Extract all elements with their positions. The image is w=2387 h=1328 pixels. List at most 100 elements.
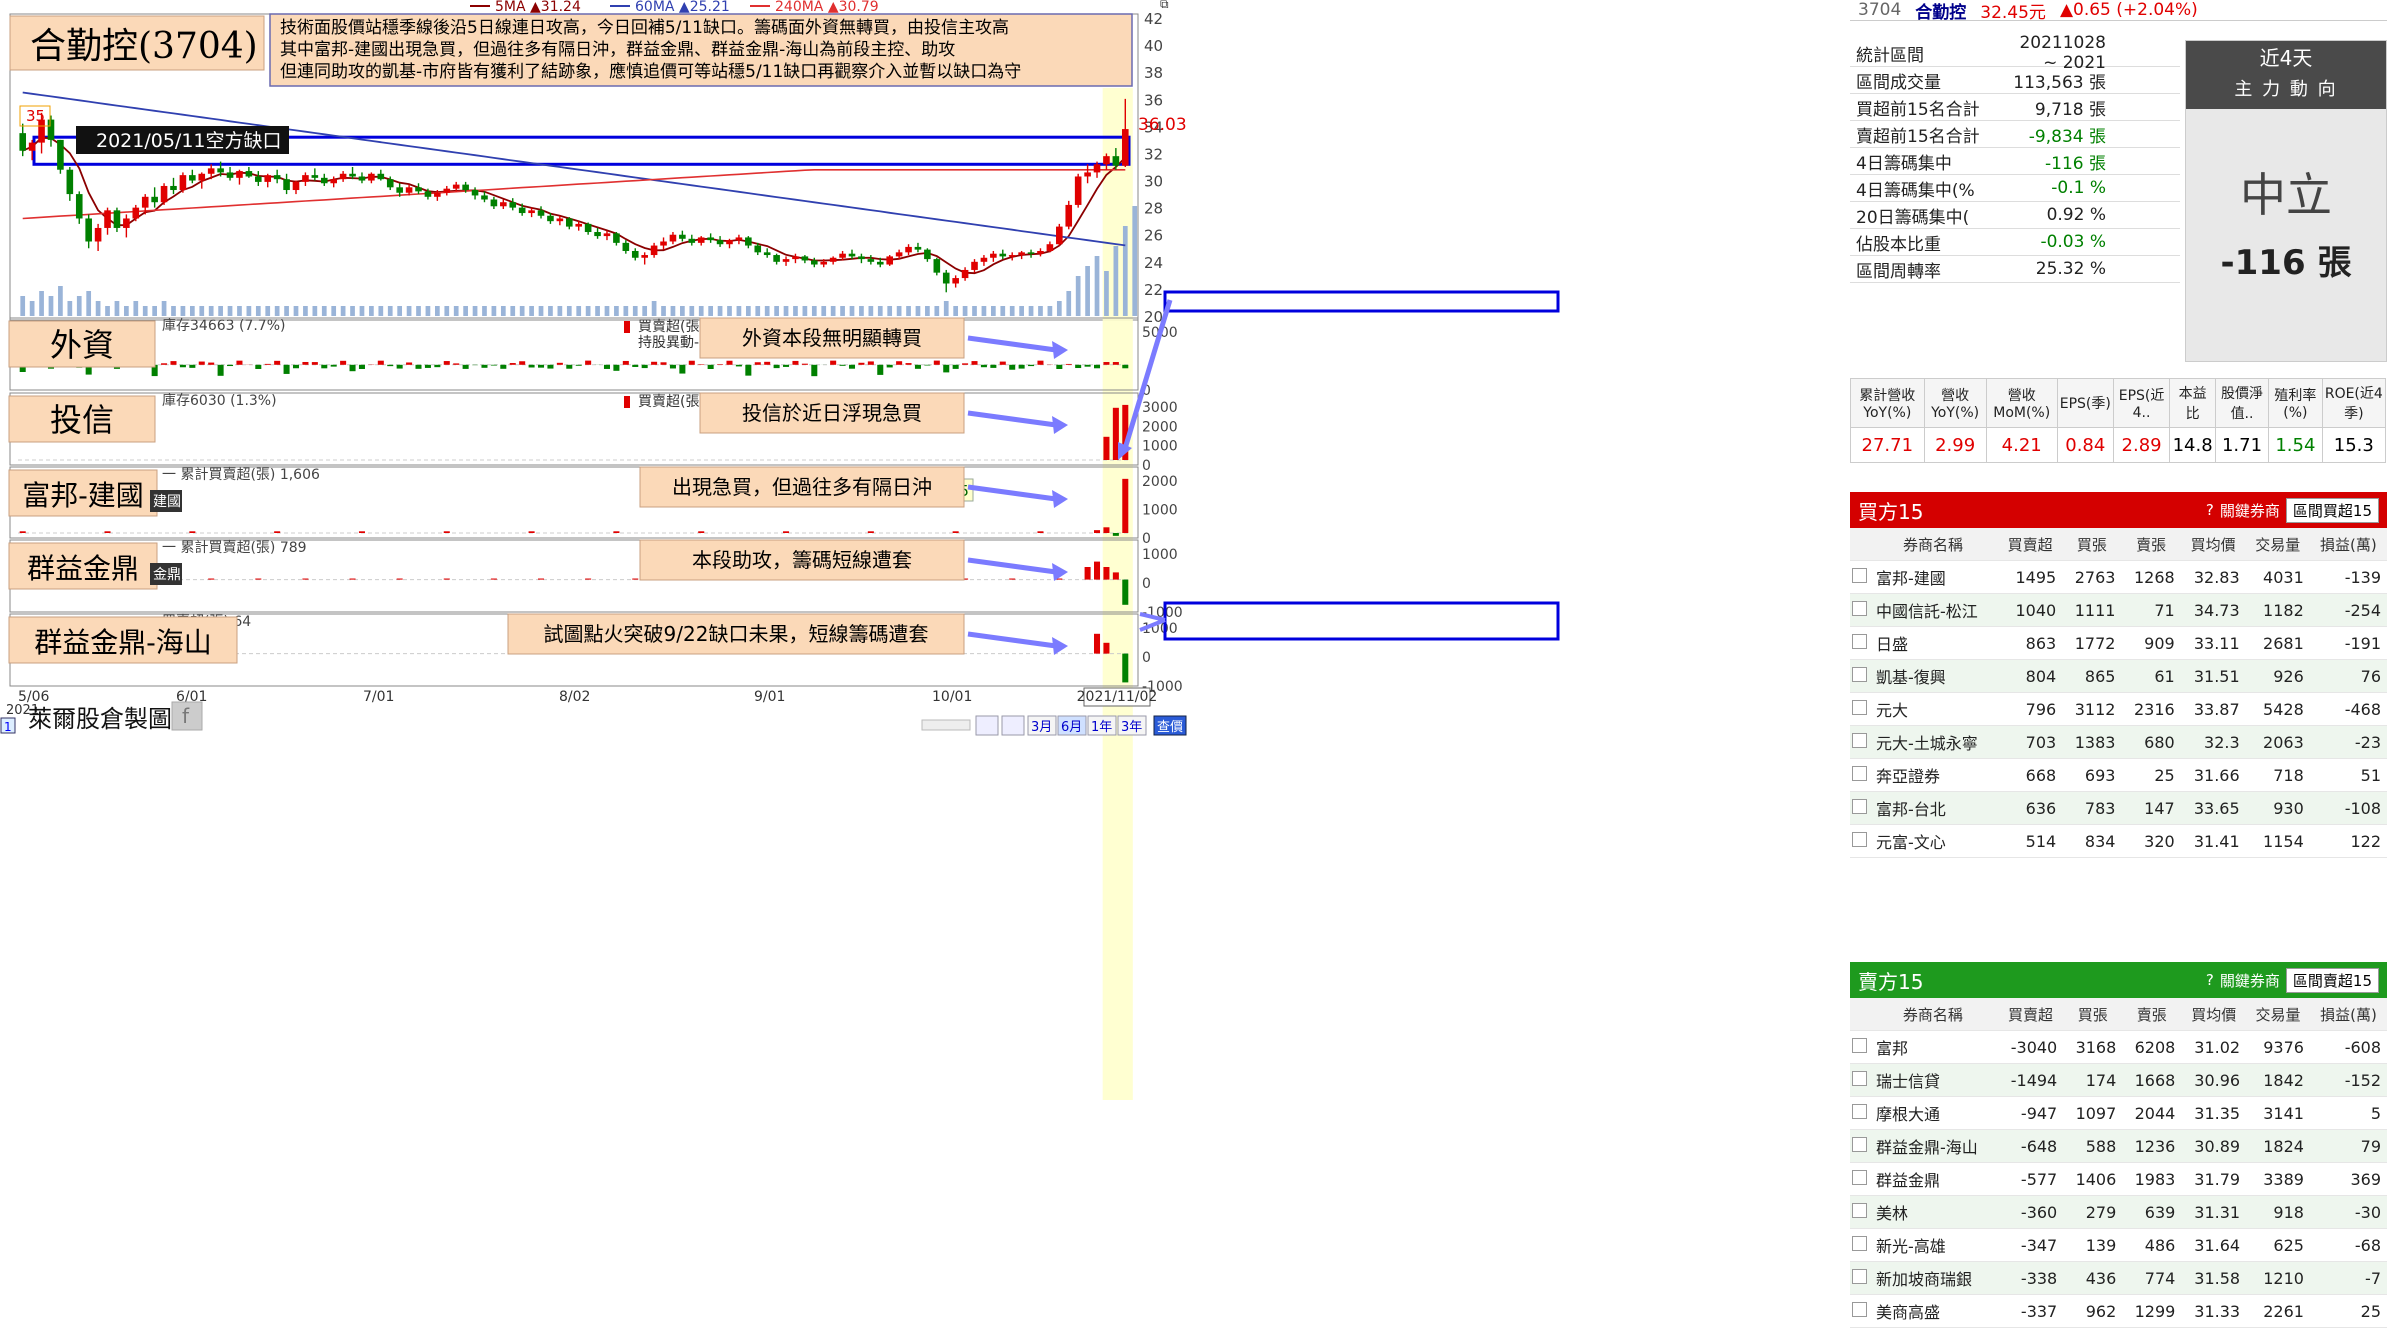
broker-row[interactable]: 中國信託-松江104011117134.731182-254 (1850, 594, 2387, 627)
volume-bar (397, 306, 402, 316)
row-checkbox[interactable] (1850, 1031, 1868, 1064)
zoom-in-icon[interactable] (1002, 716, 1024, 735)
column-header[interactable]: 買均價 (2181, 528, 2246, 561)
column-header[interactable]: 買張 (2063, 998, 2122, 1031)
row-checkbox[interactable] (1850, 1196, 1868, 1229)
candle-body (707, 237, 714, 240)
checkbox-icon[interactable] (1852, 1104, 1867, 1119)
checkbox-icon[interactable] (1852, 832, 1867, 847)
checkbox-header[interactable] (1850, 528, 1868, 561)
row-checkbox[interactable] (1850, 1295, 1868, 1328)
row-checkbox[interactable] (1850, 1130, 1868, 1163)
volume-bar (454, 306, 459, 316)
row-checkbox[interactable] (1850, 693, 1868, 726)
row-checkbox[interactable] (1850, 1064, 1868, 1097)
column-header[interactable]: 券商名稱 (1868, 528, 1998, 561)
broker-row[interactable]: 富邦-建國14952763126832.834031-139 (1850, 561, 2387, 594)
key-broker-label[interactable]: 關鍵券商 (2220, 970, 2280, 991)
broker-row[interactable]: 日盛863177290933.112681-191 (1850, 627, 2387, 660)
zoom-out-icon[interactable] (976, 716, 998, 735)
checkbox-icon[interactable] (1852, 601, 1867, 616)
row-checkbox[interactable] (1850, 792, 1868, 825)
checkbox-header[interactable] (1850, 998, 1868, 1031)
query-button-label: 查價 (1157, 720, 1183, 735)
broker-row[interactable]: 富邦-台北63678314733.65930-108 (1850, 792, 2387, 825)
checkbox-icon[interactable] (1852, 766, 1867, 781)
broker-row[interactable]: 富邦-30403168620831.029376-608 (1850, 1031, 2387, 1064)
broker-value: 31.58 (2181, 1262, 2246, 1295)
volume-bar (510, 306, 515, 316)
candle-body (764, 252, 771, 255)
checkbox-icon[interactable] (1852, 568, 1867, 583)
column-header[interactable]: 損益(萬) (2310, 528, 2387, 561)
checkbox-icon[interactable] (1852, 1203, 1867, 1218)
broker-row[interactable]: 群益金鼎-5771406198331.793389369 (1850, 1163, 2387, 1196)
column-header[interactable]: 券商名稱 (1868, 998, 1998, 1031)
row-checkbox[interactable] (1850, 561, 1868, 594)
flow-bar (397, 365, 403, 369)
column-header[interactable]: 賣張 (2121, 528, 2180, 561)
broker-row[interactable]: 元富-文心51483432031.411154122 (1850, 825, 2387, 858)
column-header[interactable]: 買賣超 (1998, 998, 2064, 1031)
volume-bar (360, 306, 365, 316)
checkbox-icon[interactable] (1852, 1236, 1867, 1251)
checkbox-icon[interactable] (1852, 733, 1867, 748)
broker-row[interactable]: 元大7963112231633.875428-468 (1850, 693, 2387, 726)
column-header[interactable]: 買賣超 (1998, 528, 2062, 561)
fin-value: 1.71 (2215, 428, 2268, 463)
flow-bar (802, 364, 808, 365)
row-checkbox[interactable] (1850, 759, 1868, 792)
candle-body (76, 194, 83, 218)
checkbox-icon[interactable] (1852, 799, 1867, 814)
flow-bar (444, 579, 450, 580)
broker-row[interactable]: 美林-36027963931.31918-30 (1850, 1196, 2387, 1229)
x-tick-label: 10/01 (932, 689, 972, 705)
broker-row[interactable]: 摩根大通-9471097204431.3531415 (1850, 1097, 2387, 1130)
row-checkbox[interactable] (1850, 594, 1868, 627)
row-checkbox[interactable] (1850, 1229, 1868, 1262)
flow-bar (434, 365, 440, 367)
range-select-sell[interactable]: 區間賣超15 (2286, 968, 2379, 993)
flow-bar (953, 531, 959, 533)
checkbox-icon[interactable] (1852, 1071, 1867, 1086)
key-broker-label[interactable]: 關鍵券商 (2220, 500, 2280, 521)
broker-row[interactable]: 瑞士信貸-1494174166830.961842-152 (1850, 1064, 2387, 1097)
column-header[interactable]: 交易量 (2246, 528, 2310, 561)
row-checkbox[interactable] (1850, 627, 1868, 660)
checkbox-icon[interactable] (1852, 1302, 1867, 1317)
row-checkbox[interactable] (1850, 825, 1868, 858)
volume-bar (1104, 271, 1109, 316)
checkbox-icon[interactable] (1852, 1170, 1867, 1185)
scroll-track[interactable] (922, 720, 970, 730)
broker-row[interactable]: 凱基-復興8048656131.5192676 (1850, 660, 2387, 693)
flow-bar (1000, 362, 1006, 365)
column-header[interactable]: 買均價 (2181, 998, 2246, 1031)
checkbox-icon[interactable] (1852, 1038, 1867, 1053)
flow-bar (849, 365, 855, 369)
broker-row[interactable]: 元大-土城永寧703138368032.32063-23 (1850, 726, 2387, 759)
broker-row[interactable]: 奔亞證券6686932531.6671851 (1850, 759, 2387, 792)
row-checkbox[interactable] (1850, 1163, 1868, 1196)
broker-value: 5 (2310, 1097, 2387, 1130)
row-checkbox[interactable] (1850, 1262, 1868, 1295)
broker-row[interactable]: 新加坡商瑞銀-33843677431.581210-7 (1850, 1262, 2387, 1295)
broker-row[interactable]: 美商高盛-337962129931.33226125 (1850, 1295, 2387, 1328)
candle-body (519, 208, 526, 213)
volume-bar (378, 306, 383, 316)
row-checkbox[interactable] (1850, 1097, 1868, 1130)
checkbox-icon[interactable] (1852, 1137, 1867, 1152)
column-header[interactable]: 損益(萬) (2310, 998, 2387, 1031)
column-header[interactable]: 交易量 (2246, 998, 2310, 1031)
broker-value: 962 (2063, 1295, 2122, 1328)
broker-row[interactable]: 新光-高雄-34713948631.64625-68 (1850, 1229, 2387, 1262)
checkbox-icon[interactable] (1852, 700, 1867, 715)
row-checkbox[interactable] (1850, 660, 1868, 693)
checkbox-icon[interactable] (1852, 667, 1867, 682)
column-header[interactable]: 買張 (2062, 528, 2121, 561)
checkbox-icon[interactable] (1852, 634, 1867, 649)
row-checkbox[interactable] (1850, 726, 1868, 759)
range-select[interactable]: 區間買超15 (2286, 498, 2379, 523)
column-header[interactable]: 賣張 (2122, 998, 2181, 1031)
broker-row[interactable]: 群益金鼎-海山-648588123630.89182479 (1850, 1130, 2387, 1163)
checkbox-icon[interactable] (1852, 1269, 1867, 1284)
